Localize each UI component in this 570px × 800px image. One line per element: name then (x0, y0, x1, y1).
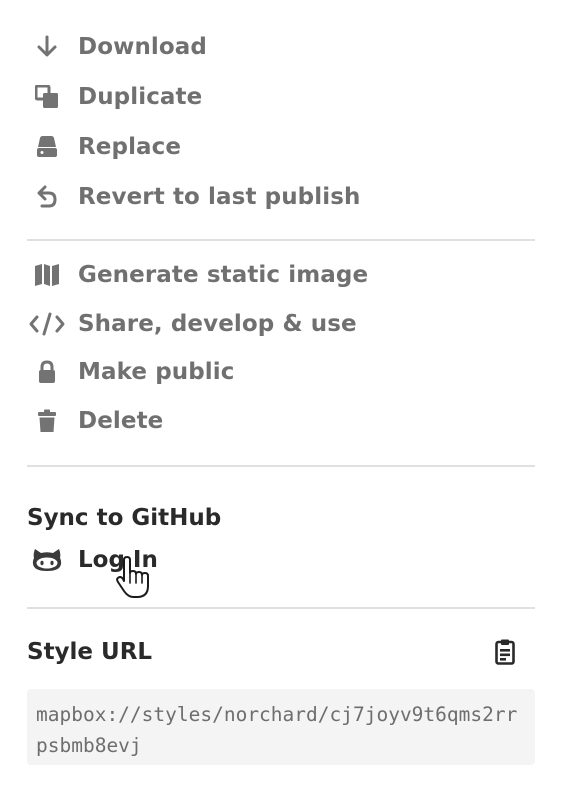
generate-static-image-menu-item[interactable]: Generate static image (27, 251, 535, 300)
delete-label: Delete (78, 407, 164, 434)
style-url-field[interactable]: mapbox://styles/norchard/cj7joyv9t6qms2r… (27, 689, 535, 765)
replace-label: Replace (78, 134, 182, 160)
copy-style-url-button[interactable] (487, 634, 523, 670)
trash-icon (27, 406, 67, 436)
make-public-label: Make public (78, 359, 235, 386)
github-sync-section: Sync to GitHub Log In (27, 467, 535, 607)
duplicate-menu-item[interactable]: Duplicate (27, 72, 535, 122)
lock-icon (27, 357, 67, 387)
duplicate-icon (27, 82, 67, 112)
generate-static-image-label: Generate static image (78, 262, 369, 289)
revert-label: Revert to last publish (78, 184, 361, 210)
github-sync-title: Sync to GitHub (27, 505, 222, 531)
replace-icon (27, 132, 67, 162)
code-icon (27, 309, 67, 339)
download-icon (27, 32, 67, 62)
replace-menu-item[interactable]: Replace (27, 122, 535, 172)
make-public-menu-item[interactable]: Make public (27, 348, 535, 397)
style-url-header: Style URL (27, 633, 535, 671)
download-label: Download (78, 34, 207, 60)
share-develop-use-label: Share, develop & use (78, 310, 357, 337)
revert-menu-item[interactable]: Revert to last publish (27, 172, 535, 222)
style-url-title: Style URL (27, 639, 153, 665)
github-octocat-icon (27, 545, 67, 575)
secondary-actions: Generate static image Share, develop & u… (27, 241, 535, 465)
github-login-button[interactable]: Log In (27, 537, 535, 598)
duplicate-label: Duplicate (78, 84, 203, 110)
download-menu-item[interactable]: Download (27, 22, 535, 72)
share-develop-use-menu-item[interactable]: Share, develop & use (27, 300, 535, 349)
hand-pointer-cursor-icon (115, 556, 151, 600)
primary-actions: Download Duplicate Replace Revert to las… (27, 0, 535, 239)
style-url-section: Style URL mapbox://styles/norchard/cj7jo… (27, 609, 535, 765)
clipboard-icon (495, 639, 515, 665)
delete-menu-item[interactable]: Delete (27, 397, 535, 446)
style-options-menu: Download Duplicate Replace Revert to las… (27, 0, 535, 765)
map-icon (27, 260, 67, 290)
revert-icon (27, 182, 67, 212)
